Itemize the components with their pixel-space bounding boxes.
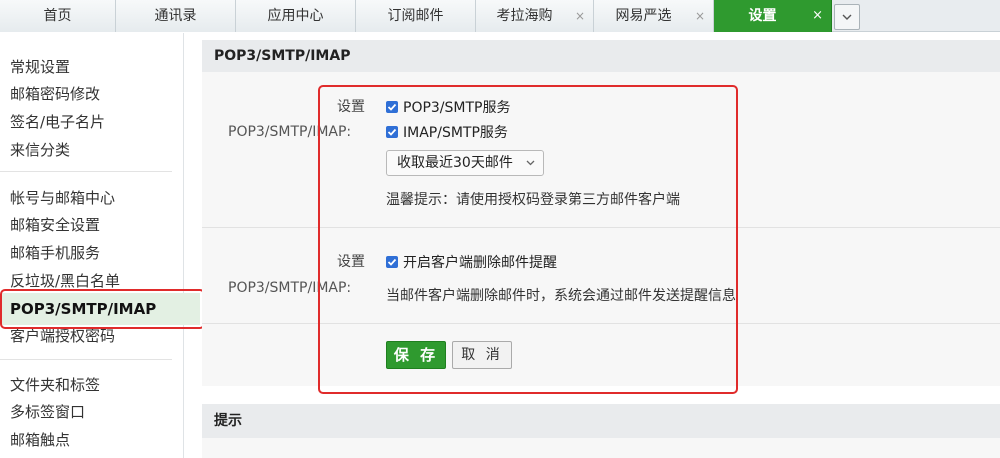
sidebar-divider [0,171,172,172]
settings-highlight-box [318,85,738,394]
tab-label: 网易严选 [615,8,672,24]
tips-header: 提示 [202,404,1000,438]
close-icon[interactable]: × [695,0,705,32]
sidebar-item-signature[interactable]: 签名/电子名片 [10,110,105,134]
settings-sidebar: 常规设置 邮箱密码修改 签名/电子名片 来信分类 帐号与邮箱中心 邮箱安全设置 … [0,33,205,458]
tab-home[interactable]: 首页 [0,0,116,32]
tab-contacts[interactable]: 通讯录 [116,0,236,32]
chevron-down-icon [842,14,852,20]
tips-panel: 提示 [202,404,1000,458]
sidebar-item-password[interactable]: 邮箱密码修改 [10,82,100,106]
tab-app-center[interactable]: 应用中心 [236,0,356,32]
sidebar-item-mobile[interactable]: 邮箱手机服务 [10,241,100,265]
sidebar-item-multitab[interactable]: 多标签窗口 [10,400,85,424]
sidebar-divider [0,359,172,360]
tab-yanxuan[interactable]: 网易严选 × [594,0,714,32]
sidebar-item-folders[interactable]: 文件夹和标签 [10,373,100,397]
tab-label: 设置 [748,8,777,24]
page-title: POP3/SMTP/IMAP [214,48,351,64]
sidebar-item-mail-filter[interactable]: 来信分类 [10,138,70,162]
close-icon[interactable]: × [812,0,823,32]
sidebar-highlight-box [0,289,205,329]
sidebar-item-general[interactable]: 常规设置 [10,55,70,79]
sidebar-item-account-center[interactable]: 帐号与邮箱中心 [10,186,115,210]
tips-title: 提示 [214,413,242,429]
tab-bar: 首页 通讯录 应用中心 订阅邮件 考拉海购 × 网易严选 × 设置 × [0,0,1000,32]
sidebar-item-security[interactable]: 邮箱安全设置 [10,213,100,237]
tab-subscriptions[interactable]: 订阅邮件 [356,0,476,32]
sidebar-item-touchpoint[interactable]: 邮箱触点 [10,428,70,452]
tab-settings[interactable]: 设置 × [714,0,832,32]
tab-label: 通讯录 [154,8,197,24]
tab-label: 订阅邮件 [387,8,444,24]
close-icon[interactable]: × [575,0,585,32]
tab-label: 应用中心 [267,8,324,24]
panel-header: POP3/SMTP/IMAP [202,40,1000,72]
tab-more-button[interactable] [834,4,860,30]
tab-label: 考拉海购 [496,8,553,24]
tab-label: 首页 [43,8,72,24]
tab-kaola[interactable]: 考拉海购 × [476,0,594,32]
